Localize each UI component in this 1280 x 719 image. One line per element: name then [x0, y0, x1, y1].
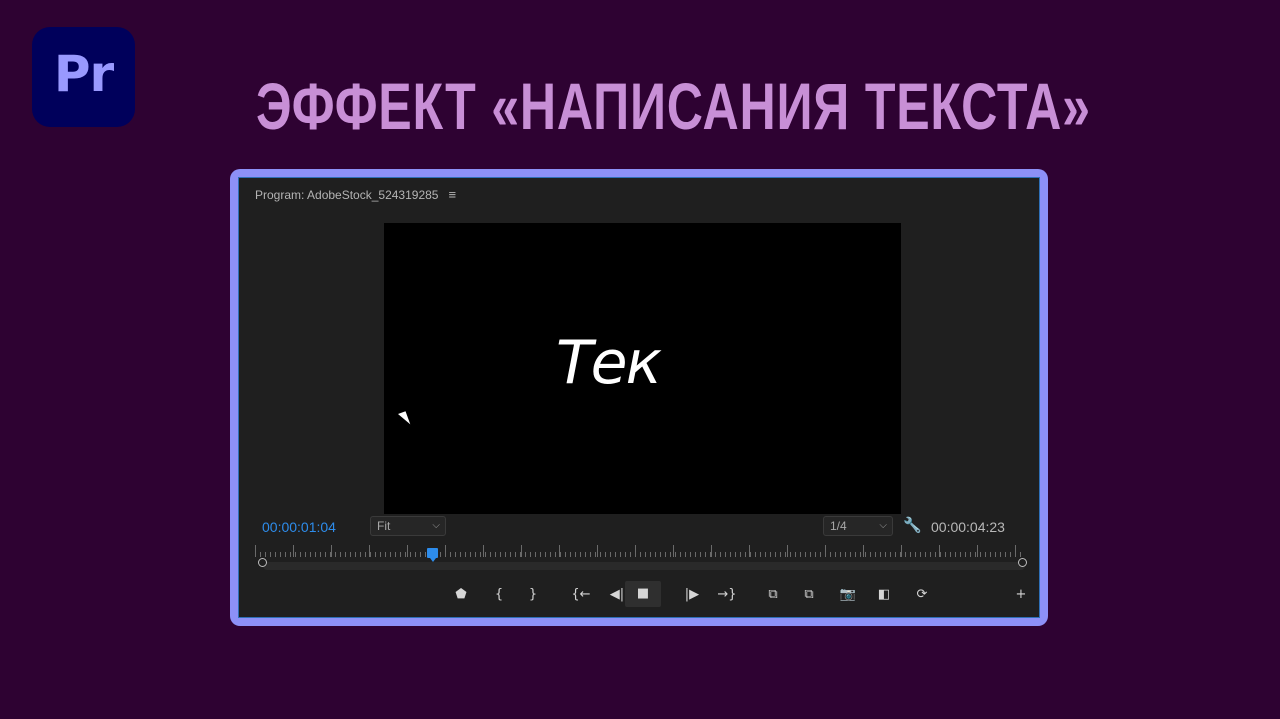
chevron-down-icon: ⌵ [879, 520, 887, 531]
transport-controls: ⬟{} {← ◀| ■ |▶ →} ⧉ ⧉ 📷 ◧ ⟳ + [239, 578, 1041, 614]
panel-title: Program: AdobeStock_524319285 [255, 188, 439, 202]
viewer-handwritten-text: Тек [556, 328, 662, 398]
zoom-scroll-bar[interactable] [263, 562, 1025, 570]
duration-timecode: 00:00:04:23 [931, 519, 1005, 535]
go-to-in-icon[interactable]: {← [570, 584, 592, 606]
playhead[interactable] [427, 548, 439, 562]
panel-header: Program: AdobeStock_524319285 ≡ [255, 188, 456, 202]
zoom-level-select[interactable]: Fit ⌵ [370, 516, 446, 536]
scroll-handle-right[interactable] [1018, 558, 1027, 567]
stop-icon[interactable]: ■ [625, 581, 661, 607]
screenshot-frame: Program: AdobeStock_524319285 ≡ Тек 00:0… [230, 169, 1048, 626]
scroll-handle-left[interactable] [258, 558, 267, 567]
export-frame-icon[interactable]: 📷 [837, 584, 859, 606]
go-to-out-icon[interactable]: →} [716, 584, 738, 606]
mark-out-icon[interactable]: } [522, 584, 544, 606]
comparison-view-icon[interactable]: ◧ [873, 584, 895, 606]
playback-resolution-select[interactable]: 1/4 ⌵ [823, 516, 893, 536]
lift-icon[interactable]: ⧉ [762, 584, 784, 606]
extract-icon[interactable]: ⧉ [798, 584, 820, 606]
step-forward-icon[interactable]: |▶ [681, 584, 703, 606]
chevron-down-icon: ⌵ [432, 520, 440, 531]
add-button-icon[interactable]: + [1010, 584, 1032, 606]
settings-wrench-icon[interactable]: 🔧 [903, 516, 922, 536]
zoom-level-value: Fit [377, 519, 391, 533]
playback-resolution-value: 1/4 [830, 519, 847, 533]
logo-text: Pr [53, 45, 114, 103]
mark-in-icon[interactable]: { [488, 584, 510, 606]
program-viewer[interactable]: Тек [384, 223, 901, 514]
vr-video-icon[interactable]: ⟳ [911, 584, 933, 606]
panel-menu-icon[interactable]: ≡ [448, 188, 456, 201]
program-monitor-panel: Program: AdobeStock_524319285 ≡ Тек 00:0… [238, 177, 1040, 618]
premiere-pro-logo: Pr [32, 27, 135, 127]
add-marker-icon[interactable]: ⬟ [450, 584, 472, 606]
page-headline: ЭФФЕКТ «НАПИСАНИЯ ТЕКСТА» [256, 69, 1091, 143]
time-ruler[interactable] [255, 545, 1025, 561]
current-timecode[interactable]: 00:00:01:04 [262, 519, 336, 535]
